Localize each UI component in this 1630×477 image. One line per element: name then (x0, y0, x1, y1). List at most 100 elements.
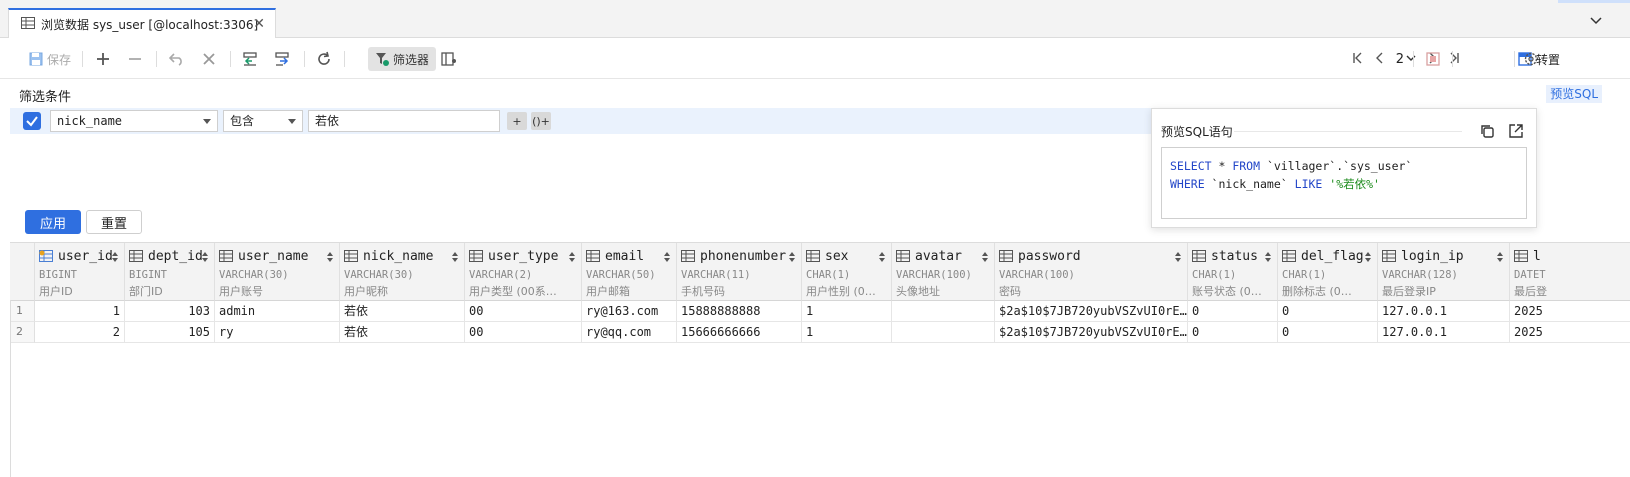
table-cell-user-type[interactable]: 00 (465, 301, 582, 322)
column-header-user-type[interactable]: user_type VARCHAR(2) 用户类型 (00系… (465, 243, 582, 301)
sql-text: `nick_name` (1204, 177, 1295, 191)
table-cell-phonenumber[interactable]: 15666666666 (677, 322, 802, 343)
column-header-user-id[interactable]: user_id BIGINT 用户ID (35, 243, 125, 301)
table-cell-status[interactable]: 0 (1188, 322, 1278, 343)
table-cell-del-flag[interactable]: 0 (1278, 301, 1378, 322)
sort-icon[interactable] (1264, 251, 1272, 263)
add-group-button[interactable]: ()+ (531, 112, 551, 130)
toolbar-divider (156, 51, 157, 67)
discard-button[interactable] (198, 47, 220, 71)
sort-icon[interactable] (878, 251, 886, 263)
sort-icon[interactable] (326, 251, 334, 263)
sort-icon[interactable] (1174, 251, 1182, 263)
refresh-button[interactable] (313, 47, 335, 71)
column-comment: 最后登录IP (1382, 285, 1436, 298)
page-number[interactable]: 2 (1396, 52, 1404, 67)
column-header-login-ip[interactable]: login_ip VARCHAR(128) 最后登录IP (1378, 243, 1510, 301)
column-header-avatar[interactable]: avatar VARCHAR(100) 头像地址 (892, 243, 995, 301)
table-cell-l[interactable]: 2025 (1510, 322, 1630, 343)
filter-operator-select[interactable]: 包含 (223, 110, 303, 132)
sort-icon[interactable] (111, 251, 119, 263)
table-cell-email[interactable]: ry@163.com (582, 301, 677, 322)
table-cell-password[interactable]: $2a$10$7JB720yubVSZvUI0rE… (995, 301, 1188, 322)
sql-preview-text[interactable]: SELECT * FROM `villager`.`sys_user` WHER… (1161, 147, 1527, 219)
table-cell-email[interactable]: ry@qq.com (582, 322, 677, 343)
chevron-down-icon[interactable] (1406, 52, 1416, 66)
delete-row-button[interactable] (124, 47, 146, 71)
apply-button[interactable]: 应用 (25, 210, 81, 234)
table-cell-del-flag[interactable]: 0 (1278, 322, 1378, 343)
sort-icon[interactable] (1364, 251, 1372, 263)
undo-button[interactable] (166, 47, 188, 71)
save-button[interactable]: 保存 (26, 47, 74, 71)
table-cell-user-id[interactable]: 1 (35, 301, 125, 322)
table-cell-user-name[interactable]: admin (215, 301, 340, 322)
column-header-password[interactable]: password VARCHAR(100) 密码 (995, 243, 1188, 301)
table-cell-user-name[interactable]: ry (215, 322, 340, 343)
sort-icon[interactable] (981, 251, 989, 263)
stop-button[interactable] (1422, 47, 1444, 71)
open-external-icon[interactable] (1508, 123, 1524, 139)
table-cell-sex[interactable]: 1 (802, 301, 892, 322)
first-page-icon[interactable] (1352, 52, 1364, 67)
table-cell-login-ip[interactable]: 127.0.0.1 (1378, 322, 1510, 343)
column-settings-button[interactable] (438, 47, 460, 71)
column-header-email[interactable]: email VARCHAR(50) 用户邮箱 (582, 243, 677, 301)
export-button[interactable] (272, 47, 294, 71)
settings-button[interactable] (1520, 47, 1542, 71)
filter-section-title: 筛选条件 (19, 90, 72, 105)
column-header-l[interactable]: l DATET 最后登 (1510, 243, 1630, 301)
table-cell-user-id[interactable]: 2 (35, 322, 125, 343)
table-cell-status[interactable]: 0 (1188, 301, 1278, 322)
table-cell-l[interactable]: 2025 (1510, 301, 1630, 322)
row-number[interactable]: 2 (10, 322, 35, 343)
table-cell-user-type[interactable]: 00 (465, 322, 582, 343)
import-button[interactable] (240, 47, 262, 71)
toolbar-divider (1514, 51, 1515, 67)
table-cell-avatar[interactable] (892, 301, 995, 322)
table-cell-avatar[interactable] (892, 322, 995, 343)
column-header-user-name[interactable]: user_name VARCHAR(30) 用户账号 (215, 243, 340, 301)
column-icon (1382, 250, 1396, 262)
sort-icon[interactable] (1496, 251, 1504, 263)
chevron-down-icon[interactable] (1588, 12, 1604, 28)
table-cell-login-ip[interactable]: 127.0.0.1 (1378, 301, 1510, 322)
filter-button[interactable]: 筛选器 (368, 47, 436, 71)
column-header-phonenumber[interactable]: phonenumber VARCHAR(11) 手机号码 (677, 243, 802, 301)
sort-icon[interactable] (451, 251, 459, 263)
sort-icon[interactable] (201, 251, 209, 263)
table-cell-dept-id[interactable]: 105 (125, 322, 215, 343)
column-header-del-flag[interactable]: del_flag CHAR(1) 删除标志 (0… (1278, 243, 1378, 301)
sort-icon[interactable] (663, 251, 671, 263)
columns-icon (441, 52, 456, 66)
table-cell-password[interactable]: $2a$10$7JB720yubVSZvUI0rE… (995, 322, 1188, 343)
copy-icon[interactable] (1479, 123, 1495, 139)
table-cell-dept-id[interactable]: 103 (125, 301, 215, 322)
sort-icon[interactable] (568, 251, 576, 263)
filter-field-select[interactable]: nick_name (50, 110, 218, 132)
table-cell-phonenumber[interactable]: 15888888888 (677, 301, 802, 322)
table-cell-sex[interactable]: 1 (802, 322, 892, 343)
tab-strip-edge (1558, 0, 1630, 3)
filter-value-input[interactable]: 若依 (308, 110, 500, 132)
filter-enable-checkbox[interactable] (23, 112, 41, 130)
table-cell-nick-name[interactable]: 若依 (340, 322, 465, 343)
table-cell-nick-name[interactable]: 若依 (340, 301, 465, 322)
last-page-icon[interactable] (1448, 52, 1460, 67)
reset-button[interactable]: 重置 (86, 210, 142, 234)
row-number[interactable]: 1 (10, 301, 35, 322)
sort-icon[interactable] (788, 251, 796, 263)
column-header-dept-id[interactable]: dept_id BIGINT 部门ID (125, 243, 215, 301)
add-row-button[interactable] (92, 47, 114, 71)
preview-sql-link[interactable]: 预览SQL (1546, 85, 1602, 103)
prev-page-icon[interactable] (1374, 52, 1386, 67)
column-type: BIGINT (129, 269, 167, 281)
add-condition-button[interactable]: + (507, 112, 527, 130)
tab-browse-data[interactable]: 浏览数据 sys_user [@localhost:3306] ✕ (8, 8, 276, 38)
column-header-sex[interactable]: sex CHAR(1) 用户性别 (0… (802, 243, 892, 301)
column-header-status[interactable]: status CHAR(1) 账号状态 (0… (1188, 243, 1278, 301)
close-icon[interactable]: ✕ (253, 16, 265, 32)
column-header-nick-name[interactable]: nick_name VARCHAR(30) 用户昵称 (340, 243, 465, 301)
sql-text: * (1211, 159, 1233, 173)
column-comment: 密码 (999, 285, 1021, 298)
